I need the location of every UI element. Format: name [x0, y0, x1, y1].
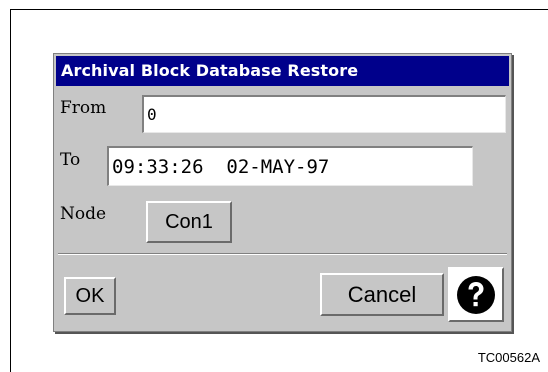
to-field[interactable]: [107, 146, 473, 186]
from-field[interactable]: [142, 95, 506, 133]
dialog-separator: [58, 253, 507, 255]
to-label: To: [60, 150, 81, 170]
help-button[interactable]: [448, 267, 504, 322]
ok-button[interactable]: OK: [64, 277, 116, 315]
page: Archival Block Database Restore From To …: [0, 0, 548, 372]
node-label: Node: [60, 204, 107, 224]
figure-id: TC00562A: [477, 350, 540, 365]
figure-frame-left: [10, 9, 11, 372]
dialog-title: Archival Block Database Restore: [56, 56, 509, 86]
from-label: From: [60, 98, 107, 118]
figure-frame-top: [10, 9, 548, 10]
restore-dialog: Archival Block Database Restore From To …: [53, 53, 512, 332]
cancel-button[interactable]: Cancel: [320, 273, 444, 316]
node-button[interactable]: Con1: [146, 201, 232, 243]
question-mark-icon: [457, 276, 495, 314]
